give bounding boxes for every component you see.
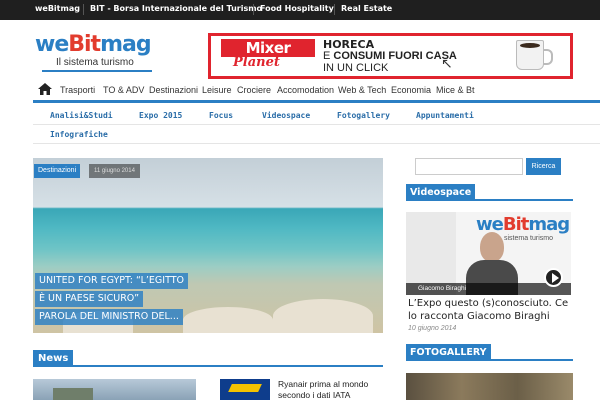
subnav-item-infografiche[interactable]: Infografiche (50, 130, 108, 139)
home-icon[interactable] (37, 82, 53, 96)
news-section-title: News (33, 350, 74, 367)
hero-category-badge[interactable]: Destinazioni (34, 164, 81, 178)
nav-item-web-tech[interactable]: Web & Tech (338, 85, 386, 95)
video-logo-mag: mag (528, 214, 570, 235)
nav-item-to-adv[interactable]: TO & ADV (103, 85, 144, 95)
nav-item-economia[interactable]: Economia (391, 85, 431, 95)
banner-line2-bold: CONSUMI FUORI CASA (333, 50, 457, 62)
videospace-section-title: Videospace (406, 184, 476, 201)
hero-headline-line2[interactable]: È UN PAESE SICURO” (35, 291, 144, 307)
subnav-divider (33, 124, 600, 125)
topbar-separator (253, 4, 254, 15)
logo-bit: Bit (68, 32, 101, 57)
advert-banner[interactable]: Mixer Planet HORECA E CONSUMI FUORI CASA… (208, 33, 573, 79)
news-item-thumbnail[interactable] (220, 379, 270, 400)
site-tagline: Il sistema turismo (56, 57, 134, 68)
topbar-link-webitmag[interactable]: weBitmag (35, 4, 80, 13)
hero-headline-line3[interactable]: PAROLA DEL MINISTRO DEL... (35, 309, 183, 325)
video-title[interactable]: L’Expo questo (s)conosciuto. Ce lo racco… (408, 297, 578, 323)
subnav-item-analisi-studi[interactable]: Analisi&Studi (50, 111, 113, 120)
subnav-divider (33, 143, 600, 144)
subnav-item-focus[interactable]: Focus (209, 111, 233, 120)
main-navigation: Trasporti TO & ADV Destinazioni Leisure … (33, 79, 600, 103)
nav-item-accomodation[interactable]: Accomodation (277, 85, 334, 95)
video-date: 10 giugno 2014 (408, 325, 457, 332)
banner-line2: E CONSUMI FUORI CASA (323, 50, 457, 62)
fotogallery-section-header: FOTOGALLERY (406, 344, 573, 361)
topbar-separator (334, 4, 335, 15)
fotogallery-thumbnail[interactable] (406, 373, 573, 400)
subnav-item-fotogallery[interactable]: Fotogallery (337, 111, 390, 120)
news-item-thumbnail[interactable] (33, 379, 196, 400)
topbar-link-bit[interactable]: BIT - Borsa Internazionale del Turismo (90, 4, 262, 13)
videospace-section-header: Videospace (406, 184, 573, 201)
nav-item-destinazioni[interactable]: Destinazioni (149, 85, 198, 95)
person-head (480, 232, 504, 262)
video-person-name: Giacomo Biraghi (406, 283, 571, 295)
site-logo[interactable]: weBitmag (35, 32, 152, 57)
search-input[interactable] (415, 158, 523, 175)
hero-headline-line1[interactable]: UNITED FOR EGYPT: “L’EGITTO (35, 273, 188, 289)
banner-line2-prefix: E (323, 50, 334, 62)
topbar-link-food-hospitality[interactable]: Food Hospitality (260, 4, 334, 13)
play-icon[interactable] (544, 268, 563, 287)
fotogallery-section-title: FOTOGALLERY (406, 344, 491, 361)
hero-article[interactable]: Destinazioni 11 giugno 2014 UNITED FOR E… (33, 158, 383, 333)
topbar-separator (83, 4, 84, 15)
hero-umbrella (183, 307, 273, 333)
mouse-cursor-icon: ↖ (441, 56, 453, 72)
top-bar: weBitmag BIT - Borsa Internazionale del … (0, 0, 600, 20)
topbar-link-real-estate[interactable]: Real Estate (341, 4, 392, 13)
logo-mag: mag (100, 32, 152, 57)
logo-we: we (35, 32, 69, 57)
news-section-header: News (33, 350, 383, 367)
banner-line3: IN UN CLICK (323, 62, 389, 74)
nav-item-trasporti[interactable]: Trasporti (60, 85, 95, 95)
hero-umbrella (273, 299, 373, 333)
hero-date: 11 giugno 2014 (89, 164, 140, 178)
subnav-item-expo-2015[interactable]: Expo 2015 (139, 111, 182, 120)
coffee-cup-icon (516, 40, 553, 70)
logo-underline (42, 70, 152, 72)
nav-item-crociere[interactable]: Crociere (237, 85, 271, 95)
nav-item-mice-bt[interactable]: Mice & Bt (436, 85, 475, 95)
news-item-title[interactable]: Ryanair prima al mondo secondo i dati IA… (278, 379, 388, 400)
banner-brand-bottom: Planet (233, 55, 280, 70)
video-thumbnail[interactable]: weBitmag sistema turismo Giacomo Biraghi (406, 212, 571, 295)
search-button[interactable]: Ricerca (526, 158, 561, 175)
subnav-item-videospace[interactable]: Videospace (262, 111, 310, 120)
nav-item-leisure[interactable]: Leisure (202, 85, 232, 95)
subnav-item-appuntamenti[interactable]: Appuntamenti (416, 111, 474, 120)
